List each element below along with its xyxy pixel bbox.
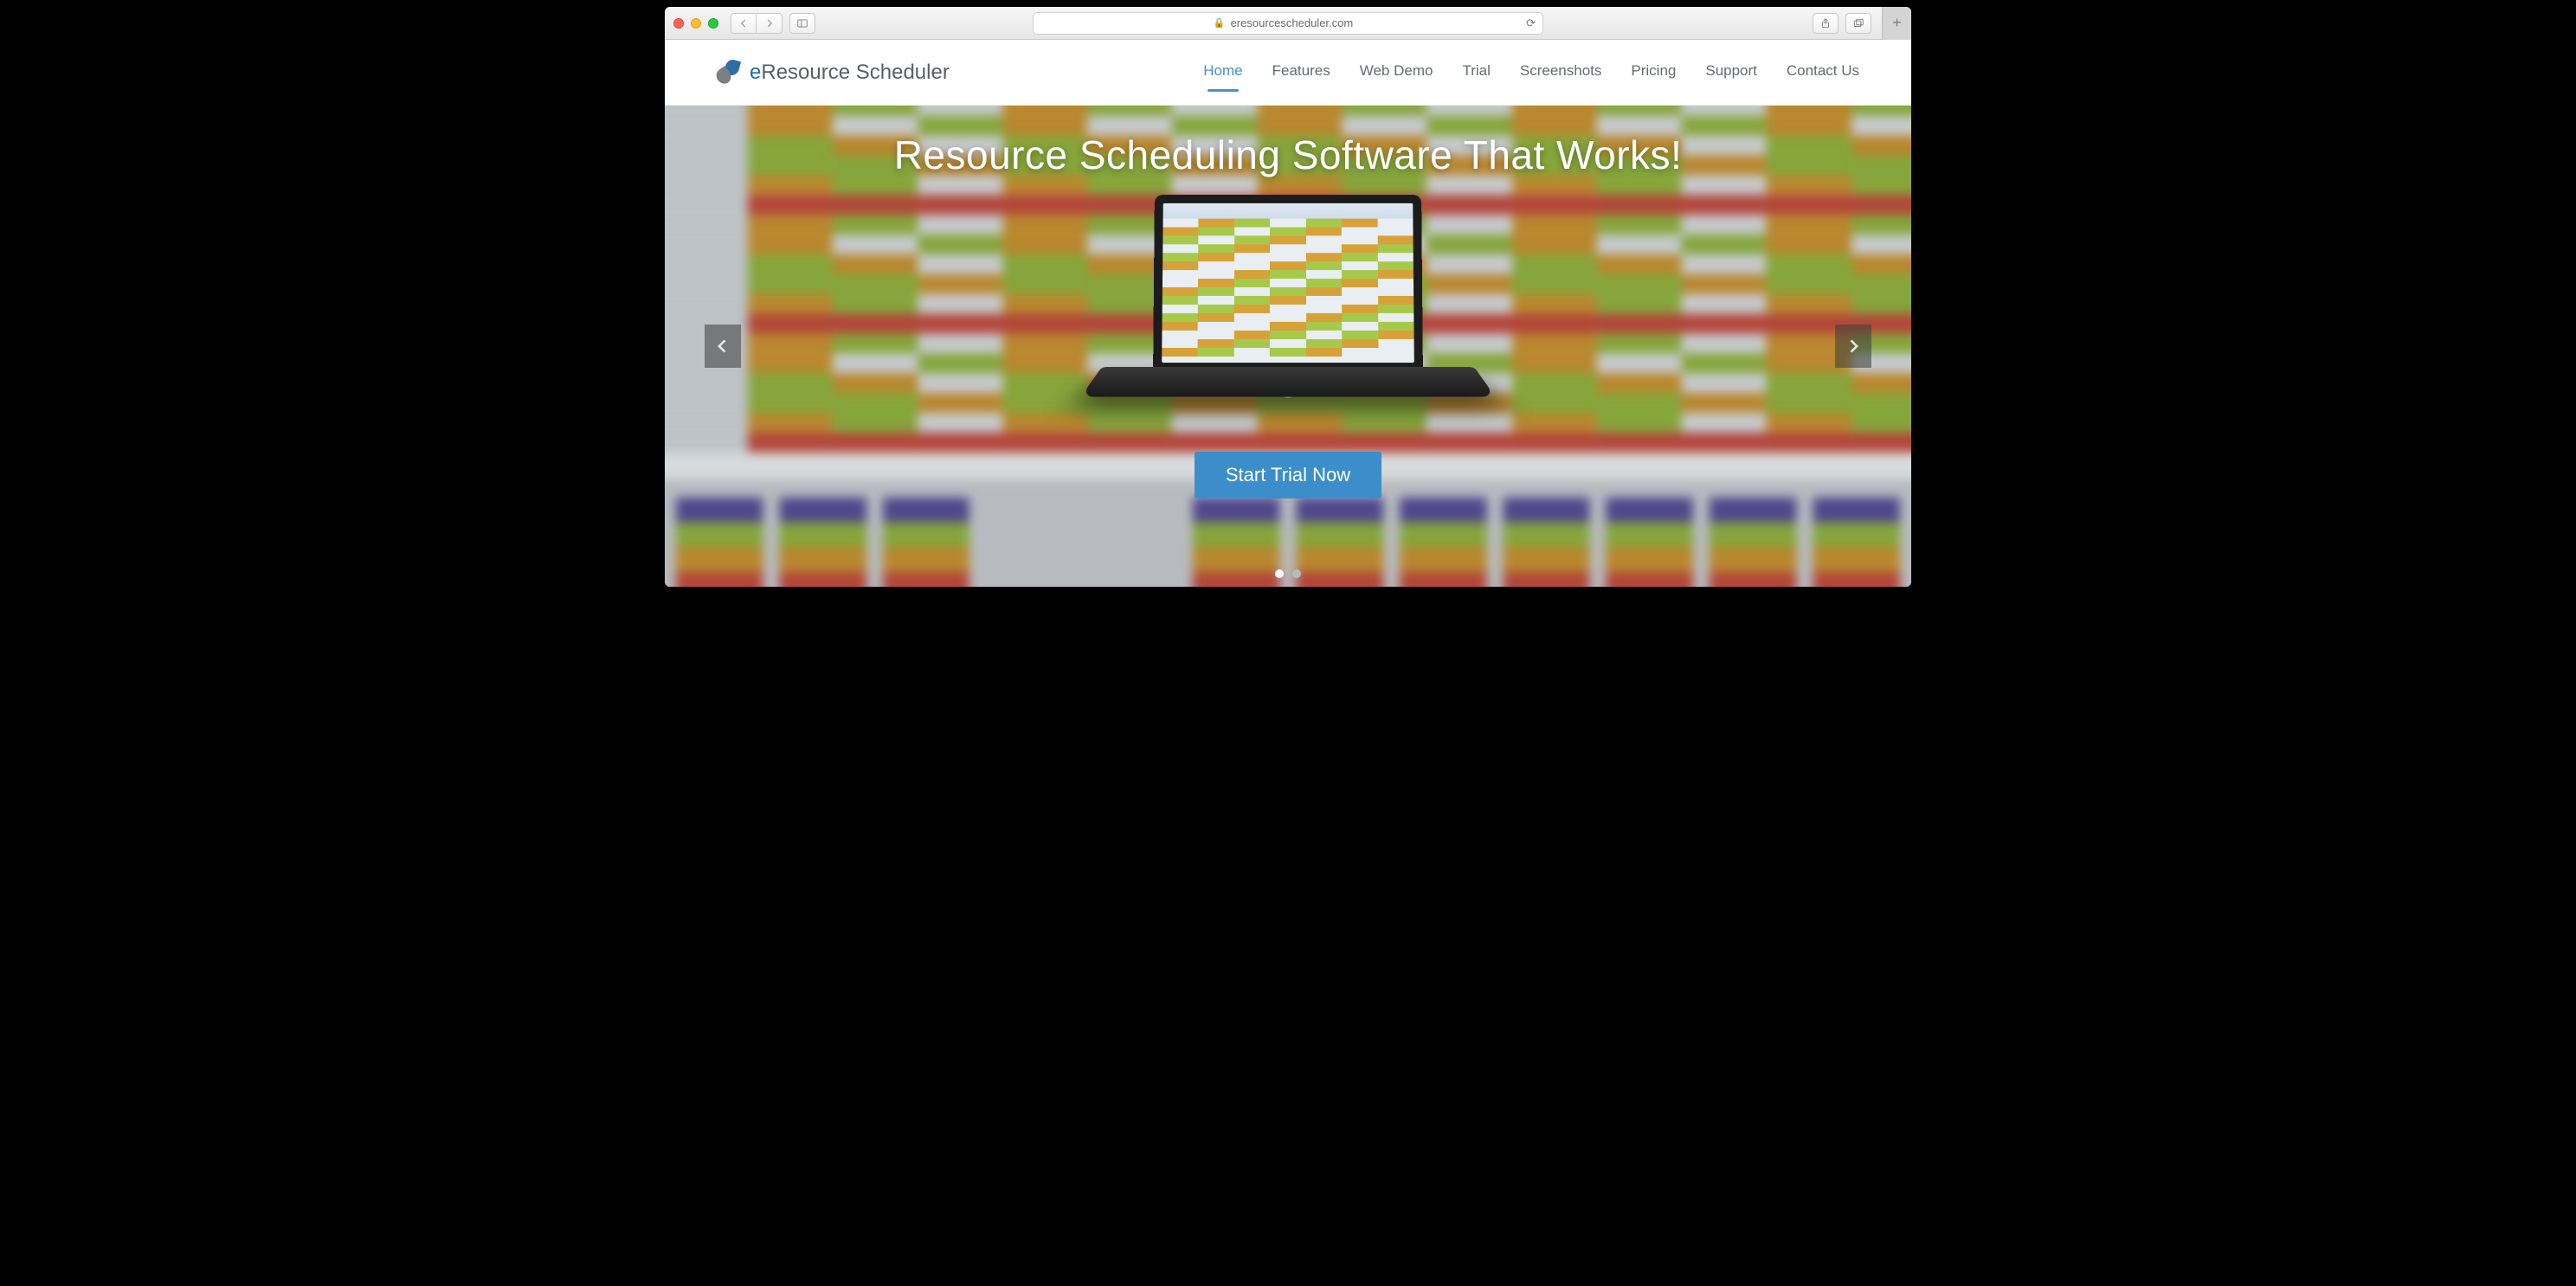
share-icon (1819, 17, 1832, 29)
nav-link-features[interactable]: Features (1272, 62, 1330, 83)
tabs-button[interactable] (1845, 13, 1871, 34)
nav-link-web-demo[interactable]: Web Demo (1360, 62, 1433, 83)
chevron-left-icon (714, 338, 731, 355)
lock-icon: 🔒 (1214, 17, 1226, 29)
carousel-dot[interactable] (1275, 569, 1284, 578)
hero-headline: Resource Scheduling Software That Works! (894, 132, 1683, 178)
sidebar-button[interactable] (789, 13, 815, 34)
carousel-next-button[interactable] (1835, 325, 1871, 368)
start-trial-button[interactable]: Start Trial Now (1195, 452, 1381, 498)
nav-back-forward (731, 13, 782, 34)
chevron-right-icon (763, 17, 776, 29)
share-button[interactable] (1813, 13, 1839, 34)
new-tab-button[interactable]: + (1882, 7, 1911, 40)
sidebar-icon (796, 17, 808, 29)
nav-link-support[interactable]: Support (1705, 62, 1757, 83)
window-controls (673, 18, 718, 29)
carousel-dots (1275, 569, 1301, 578)
page: eResource Scheduler Home Features Web Demo… (665, 40, 1911, 587)
main-nav: Home Features Web Demo Trial Screenshots Pric… (1203, 62, 1859, 83)
forward-button[interactable] (757, 13, 782, 34)
nav-link-pricing[interactable]: Pricing (1631, 62, 1676, 83)
window-zoom-button[interactable] (708, 18, 718, 29)
nav-link-trial[interactable]: Trial (1462, 62, 1490, 83)
site-header: eResource Scheduler Home Features Web Demo… (665, 40, 1911, 106)
chevron-left-icon (737, 17, 750, 29)
chevron-right-icon (1845, 338, 1862, 355)
tabs-icon (1852, 17, 1864, 29)
hero: Resource Scheduling Software That Works!… (665, 106, 1911, 587)
nav-link-contact-us[interactable]: Contact Us (1787, 62, 1859, 83)
reload-button[interactable]: ⟳ (1526, 16, 1536, 30)
window-minimize-button[interactable] (691, 18, 701, 29)
carousel-dot[interactable] (1292, 569, 1301, 578)
safari-window: 🔒 eresourcescheduler.com ⟳ + (665, 7, 1911, 587)
carousel-prev-button[interactable] (705, 325, 741, 368)
url-text: eresourcescheduler.com (1231, 16, 1354, 29)
logo-mark-icon (717, 60, 743, 86)
hero-laptop-image: hp (1102, 194, 1474, 428)
site-logo[interactable]: eResource Scheduler (717, 60, 950, 86)
browser-titlebar: 🔒 eresourcescheduler.com ⟳ + (665, 7, 1911, 40)
hero-overlay: Resource Scheduling Software That Works!… (665, 106, 1911, 587)
window-close-button[interactable] (673, 18, 684, 29)
nav-link-home[interactable]: Home (1203, 62, 1242, 83)
address-bar[interactable]: 🔒 eresourcescheduler.com ⟳ (1033, 12, 1543, 35)
nav-link-screenshots[interactable]: Screenshots (1520, 62, 1602, 83)
logo-text: eResource Scheduler (750, 61, 950, 85)
back-button[interactable] (731, 13, 757, 34)
